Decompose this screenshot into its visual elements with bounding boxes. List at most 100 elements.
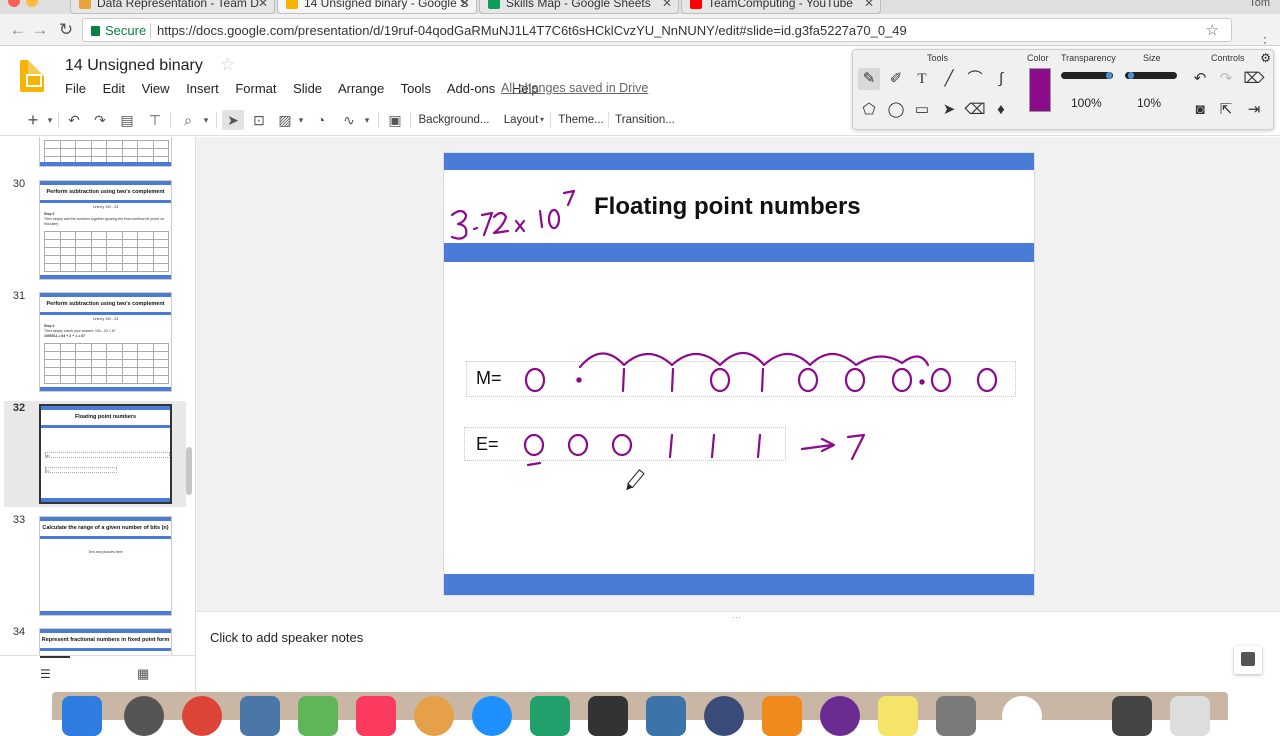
color-swatch[interactable] bbox=[1029, 68, 1051, 112]
pycharm-icon[interactable] bbox=[530, 696, 570, 736]
close-tab-icon[interactable]: ✕ bbox=[864, 0, 874, 11]
resize-handle[interactable]: ⋯ bbox=[732, 612, 741, 623]
minimize-window-icon[interactable] bbox=[26, 0, 38, 7]
slides-logo-icon[interactable] bbox=[20, 60, 44, 92]
siri-icon[interactable] bbox=[820, 696, 860, 736]
itunes-icon[interactable] bbox=[356, 696, 396, 736]
slide-thumbnail-31[interactable]: Perform subtraction using two's compleme… bbox=[39, 292, 172, 392]
vlc-icon[interactable] bbox=[762, 696, 802, 736]
fill-bucket-icon[interactable]: ♦ bbox=[990, 99, 1012, 121]
photos-icon[interactable] bbox=[414, 696, 454, 736]
theme-button[interactable]: Theme... bbox=[558, 110, 604, 130]
shape-icon[interactable]: ◔ bbox=[310, 110, 332, 130]
slide-thumbnail-30[interactable]: Perform subtraction using two's compleme… bbox=[39, 180, 172, 280]
ellipse-tool-icon[interactable]: ◯ bbox=[885, 99, 907, 121]
zoom-icon[interactable]: ⌕ bbox=[176, 110, 200, 130]
speaker-notes-placeholder[interactable]: Click to add speaker notes bbox=[210, 630, 363, 645]
save-status[interactable]: All changes saved in Drive bbox=[501, 81, 648, 95]
transparency-slider[interactable] bbox=[1061, 72, 1113, 79]
system-preferences-icon[interactable] bbox=[936, 696, 976, 736]
menu-file[interactable]: File bbox=[65, 81, 86, 96]
menu-arrange[interactable]: Arrange bbox=[338, 81, 384, 96]
slide-thumbnail[interactable] bbox=[39, 137, 172, 167]
add-comment-icon[interactable]: ▣ bbox=[384, 110, 406, 130]
slider-knob[interactable] bbox=[1128, 72, 1134, 79]
menu-slide[interactable]: Slide bbox=[293, 81, 322, 96]
back-arrow-icon[interactable]: ← bbox=[8, 20, 28, 40]
sublime-icon[interactable] bbox=[588, 696, 628, 736]
freeform-tool-icon[interactable]: ∫ bbox=[990, 68, 1012, 90]
network-icon[interactable] bbox=[704, 696, 744, 736]
rectangle-tool-icon[interactable]: ▭ bbox=[911, 99, 933, 121]
close-tab-icon[interactable]: ✕ bbox=[460, 0, 470, 11]
bookmark-star-icon[interactable]: ☆ bbox=[1206, 21, 1219, 39]
layout-dropdown-icon[interactable]: ▾ bbox=[538, 110, 546, 130]
finder-icon[interactable] bbox=[62, 696, 102, 736]
chrome-icon[interactable] bbox=[182, 696, 222, 736]
filmstrip-view-icon[interactable]: ☰ bbox=[40, 667, 51, 681]
menu-view[interactable]: View bbox=[142, 81, 170, 96]
printer-icon[interactable] bbox=[1112, 696, 1152, 736]
background-button[interactable]: Background... bbox=[418, 110, 490, 130]
filmstrip-scrollbar[interactable] bbox=[186, 447, 192, 495]
close-tab-icon[interactable]: ✕ bbox=[662, 0, 672, 11]
menu-tools[interactable]: Tools bbox=[401, 81, 431, 96]
undo-icon[interactable]: ↶ bbox=[64, 110, 84, 130]
explore-button[interactable] bbox=[1234, 646, 1262, 674]
line-dropdown-icon[interactable]: ▾ bbox=[362, 110, 372, 130]
highlighter-tool-icon[interactable]: ✐ bbox=[885, 68, 907, 90]
stickies-icon[interactable] bbox=[878, 696, 918, 736]
slide-thumbnail-33[interactable]: Calculate the range of a given number of… bbox=[39, 516, 172, 616]
redo-icon[interactable]: ↷ bbox=[1215, 68, 1237, 90]
python-icon[interactable] bbox=[646, 696, 686, 736]
polygon-tool-icon[interactable]: ⬠ bbox=[858, 99, 880, 121]
address-bar[interactable]: Secure https://docs.google.com/presentat… bbox=[82, 18, 1232, 42]
text-tool-icon[interactable]: T bbox=[911, 68, 933, 90]
url-text[interactable]: https://docs.google.com/presentation/d/1… bbox=[157, 23, 907, 38]
maps-icon[interactable] bbox=[298, 696, 338, 736]
trash-icon[interactable] bbox=[1170, 696, 1210, 736]
text-box-icon[interactable]: ⊡ bbox=[248, 110, 270, 130]
image-dropdown-icon[interactable]: ▾ bbox=[296, 110, 306, 130]
insert-image-icon[interactable]: ▨ bbox=[274, 110, 296, 130]
new-slide-plus-icon[interactable]: + bbox=[24, 110, 42, 130]
close-window-icon[interactable] bbox=[8, 0, 20, 7]
browser-tab[interactable]: TeamComputing - YouTube ✕ bbox=[681, 0, 881, 14]
star-icon[interactable]: ☆ bbox=[220, 55, 235, 75]
grid-view-icon[interactable]: ▦ bbox=[137, 666, 149, 682]
browser-tab[interactable]: Data Representation - Team D ✕ bbox=[70, 0, 275, 14]
launchpad-icon[interactable] bbox=[124, 696, 164, 736]
line-tool-icon[interactable]: ╱ bbox=[938, 68, 960, 90]
pen-tool-icon[interactable]: ✎ bbox=[858, 68, 880, 90]
transition-button[interactable]: Transition... bbox=[614, 110, 676, 130]
exit-icon[interactable]: ⇥ bbox=[1243, 99, 1265, 121]
size-slider[interactable] bbox=[1125, 72, 1177, 79]
app-icon[interactable] bbox=[1002, 696, 1042, 736]
reload-icon[interactable]: ↻ bbox=[56, 20, 76, 40]
slider-knob[interactable] bbox=[1106, 72, 1112, 79]
redo-icon[interactable]: ↷ bbox=[90, 110, 110, 130]
browser-tab-active[interactable]: 14 Unsigned binary - Google S ✕ bbox=[277, 0, 477, 14]
menu-addons[interactable]: Add-ons bbox=[447, 81, 495, 96]
close-tab-icon[interactable]: ✕ bbox=[258, 0, 268, 11]
forward-arrow-icon[interactable]: → bbox=[30, 20, 50, 40]
paint-format-icon[interactable]: ⊤ bbox=[144, 110, 166, 130]
zoom-dropdown-icon[interactable]: ▾ bbox=[200, 110, 212, 130]
preview-icon[interactable] bbox=[240, 696, 280, 736]
browser-tab[interactable]: Skills Map - Google Sheets ✕ bbox=[479, 0, 679, 14]
collapse-icon[interactable]: ⇱ bbox=[1215, 99, 1237, 121]
clear-icon[interactable]: ⌦ bbox=[1243, 68, 1265, 90]
pointer-tool-icon[interactable]: ➤ bbox=[938, 99, 960, 121]
undo-icon[interactable]: ↶ bbox=[1189, 68, 1211, 90]
select-cursor-icon[interactable]: ➤ bbox=[222, 110, 244, 130]
current-slide[interactable]: Floating point numbers M= E= bbox=[444, 153, 1034, 595]
print-icon[interactable]: ▤ bbox=[116, 110, 138, 130]
line-icon[interactable]: ∿ bbox=[338, 110, 360, 130]
menu-edit[interactable]: Edit bbox=[103, 81, 125, 96]
document-title[interactable]: 14 Unsigned binary bbox=[65, 57, 203, 75]
secure-indicator[interactable]: Secure bbox=[91, 23, 146, 38]
slide-thumbnail-32[interactable]: Floating point numbers M= E= bbox=[39, 404, 172, 504]
profile-name[interactable]: Tom bbox=[1249, 0, 1270, 9]
app-store-icon[interactable] bbox=[472, 696, 512, 736]
speaker-notes[interactable]: ⋯ Click to add speaker notes bbox=[196, 611, 1280, 692]
